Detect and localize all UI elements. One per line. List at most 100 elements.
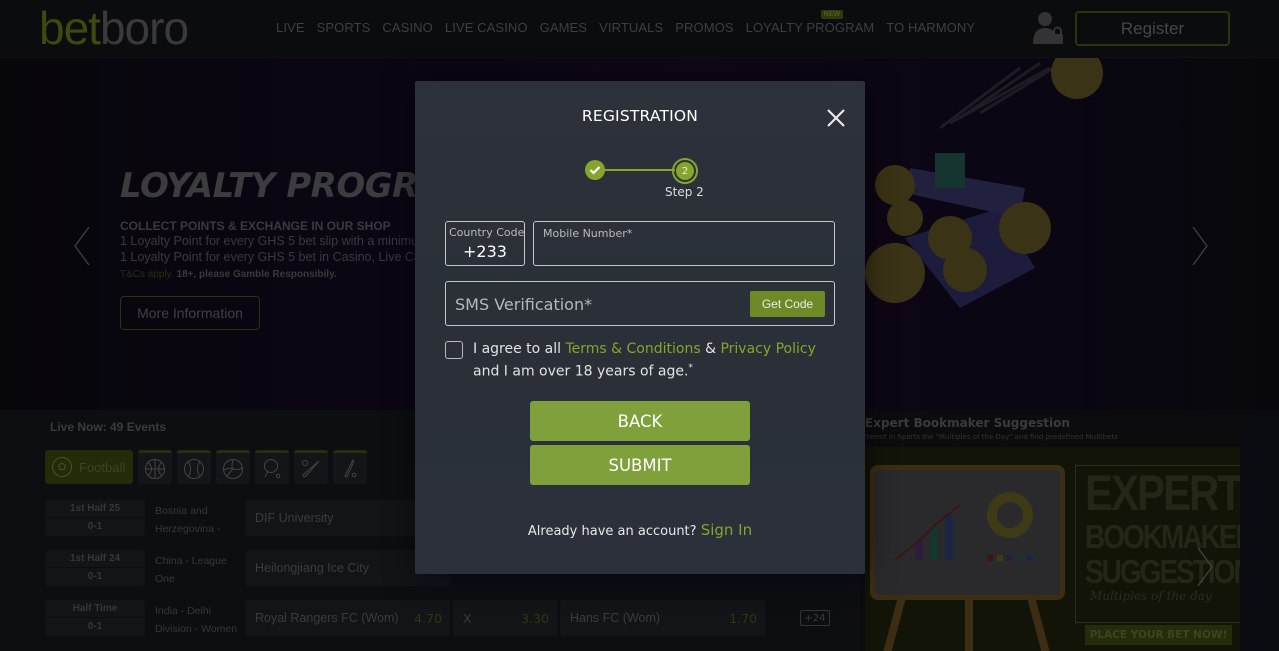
board-chart-icon xyxy=(894,492,1033,561)
away-odds-button[interactable]: Hans FC (Wom) 1.70 xyxy=(560,600,765,636)
more-information-button[interactable]: More Information xyxy=(120,296,260,330)
match-time-box: Half Time 0-1 xyxy=(45,600,145,636)
match-score: 0-1 xyxy=(87,621,103,632)
tc-link[interactable]: T&Cs apply. xyxy=(120,269,174,280)
chevron-right-icon[interactable] xyxy=(1195,547,1215,587)
sport-tab-cricket[interactable] xyxy=(333,450,368,484)
hero-line-2: 1 Loyalty Point for every GHS 5 bet in C… xyxy=(120,250,444,264)
nav-casino[interactable]: CASINO xyxy=(382,20,432,35)
nav-promos[interactable]: PROMOS xyxy=(675,20,733,35)
live-title: Live Now: 49 Events xyxy=(50,420,167,434)
nav-live-casino[interactable]: LIVE CASINO xyxy=(445,20,528,35)
step-2-current: 2 xyxy=(672,158,698,184)
agree-prefix: I agree to all xyxy=(473,341,566,357)
match-league: China - League One xyxy=(155,555,227,585)
terms-link[interactable]: Terms & Conditions xyxy=(565,341,700,357)
modal-title: REGISTRATION xyxy=(581,107,699,125)
agree-mid: & xyxy=(700,341,721,357)
mobile-number-input[interactable] xyxy=(543,242,823,262)
home-odds-button[interactable]: Royal Rangers FC (Wom) 4.70 xyxy=(245,600,450,636)
sms-verification-field: Get Code xyxy=(445,281,835,326)
submit-button[interactable]: SUBMIT xyxy=(530,445,750,485)
nav-to-harmony[interactable]: TO HARMONY xyxy=(886,20,975,35)
step-indicator: 2 Step 2 xyxy=(585,158,705,200)
expert-subtitle: Select in Sports the "Multiples of the D… xyxy=(865,433,1118,441)
match-league: Bosnia and Herzegovina - xyxy=(155,505,221,535)
more-markets-button[interactable]: +24 xyxy=(800,610,830,626)
main-nav: LIVE SPORTS CASINO LIVE CASINO GAMES VIR… xyxy=(276,10,975,35)
country-code-field[interactable]: Country Code +233 xyxy=(445,221,525,266)
mobile-number-field[interactable]: Mobile Number* xyxy=(533,221,835,266)
cricket-icon xyxy=(344,458,357,478)
expert-word-3: SUGGESTION xyxy=(1085,552,1254,590)
match-league: India - Delhi Division - Women xyxy=(155,605,238,635)
register-button[interactable]: Register xyxy=(1075,11,1230,46)
nav-loyalty-program[interactable]: LOYALTY PROGRAM NEW xyxy=(746,10,875,35)
required-mark: * xyxy=(688,363,693,373)
sport-tab-label: Football xyxy=(79,459,126,475)
chevron-right-icon[interactable] xyxy=(1190,226,1210,266)
agree-suffix: and I am over 18 years of age. xyxy=(473,363,689,380)
registration-modal: REGISTRATION 2 Step 2 Country Code +233 … xyxy=(415,81,865,574)
chevron-left-icon[interactable] xyxy=(72,226,92,266)
step-connector xyxy=(603,169,675,171)
agree-text: I agree to all Terms & Conditions & Priv… xyxy=(473,340,843,382)
football-icon xyxy=(52,457,72,477)
user-lock-icon[interactable] xyxy=(1030,10,1066,46)
get-code-button[interactable]: Get Code xyxy=(750,291,825,317)
draw-odd: 3.30 xyxy=(521,610,549,626)
baseball-icon xyxy=(302,459,320,478)
agree-checkbox[interactable] xyxy=(445,341,463,359)
away-odd: 1.70 xyxy=(729,610,757,626)
step-1-complete xyxy=(585,160,605,180)
nav-virtuals[interactable]: VIRTUALS xyxy=(599,20,663,35)
logo[interactable]: betboro xyxy=(39,2,189,54)
sport-tab-football[interactable]: Football xyxy=(45,450,134,484)
privacy-link[interactable]: Privacy Policy xyxy=(720,341,815,357)
match-score: 0-1 xyxy=(87,571,103,582)
nav-sports[interactable]: SPORTS xyxy=(317,20,371,35)
sms-verification-input[interactable] xyxy=(455,293,735,315)
match-period: Half Time xyxy=(45,603,145,618)
chart-board-illustration xyxy=(870,465,1065,600)
place-bet-button[interactable]: PLACE YOUR BET NOW! xyxy=(1085,625,1232,645)
gift-coins-illustration xyxy=(865,58,1103,308)
signin-prompt: Already have an account? xyxy=(527,524,701,539)
expert-cursive: Multiples of the day xyxy=(1090,589,1212,603)
match-period: 1st Half 25 xyxy=(45,503,145,518)
sport-tab-basketball[interactable] xyxy=(138,450,173,484)
sport-tab-tennis[interactable] xyxy=(177,450,212,484)
expert-banner-image: EXPERT BOOKMAKER SUGGESTION Multiples of… xyxy=(865,447,1256,651)
nav-games[interactable]: GAMES xyxy=(540,20,587,35)
sport-tab-baseball[interactable] xyxy=(294,450,329,484)
match-time-box: 1st Half 24 0-1 xyxy=(45,550,145,586)
expert-suggestion-panel[interactable]: Expert Bookmaker Suggestion Select in Sp… xyxy=(860,410,1256,651)
sport-tab-table-tennis[interactable] xyxy=(255,450,290,484)
nav-live[interactable]: LIVE xyxy=(276,20,305,35)
volleyball-icon xyxy=(223,458,244,479)
table-tennis-icon xyxy=(264,458,281,478)
sport-tab-volleyball[interactable] xyxy=(216,450,251,484)
signin-row: Already have an account? Sign In xyxy=(415,521,865,539)
expert-word-2: BOOKMAKER xyxy=(1085,517,1256,555)
logo-bet: bet xyxy=(39,2,101,54)
tc-text: 18+, please Gamble Responsibily. xyxy=(176,269,337,280)
home-team: Heilongjiang Ice City xyxy=(255,561,369,575)
draw-odds-button[interactable]: X 3.30 xyxy=(453,600,557,636)
mobile-number-label: Mobile Number* xyxy=(543,227,633,240)
page: betboro LIVE SPORTS CASINO LIVE CASINO G… xyxy=(0,0,1279,651)
new-badge: NEW xyxy=(820,10,844,19)
home-team: DIF University xyxy=(255,511,334,525)
match-row[interactable]: Half Time 0-1 India - Delhi Division - W… xyxy=(45,600,835,636)
match-score: 0-1 xyxy=(87,521,103,532)
expert-title: Expert Bookmaker Suggestion xyxy=(865,416,1070,430)
hero-disclaimer: T&Cs apply. 18+, please Gamble Responsib… xyxy=(120,269,337,280)
side-strip xyxy=(1240,410,1279,651)
hero-line-1: 1 Loyalty Point for every GHS 5 bet slip… xyxy=(120,234,429,248)
sign-in-link[interactable]: Sign In xyxy=(701,521,752,539)
close-icon[interactable] xyxy=(825,107,847,129)
back-button[interactable]: BACK xyxy=(530,401,750,441)
step-number: 2 xyxy=(676,162,694,180)
step-label: Step 2 xyxy=(665,185,704,199)
country-code-label: Country Code xyxy=(449,226,525,239)
